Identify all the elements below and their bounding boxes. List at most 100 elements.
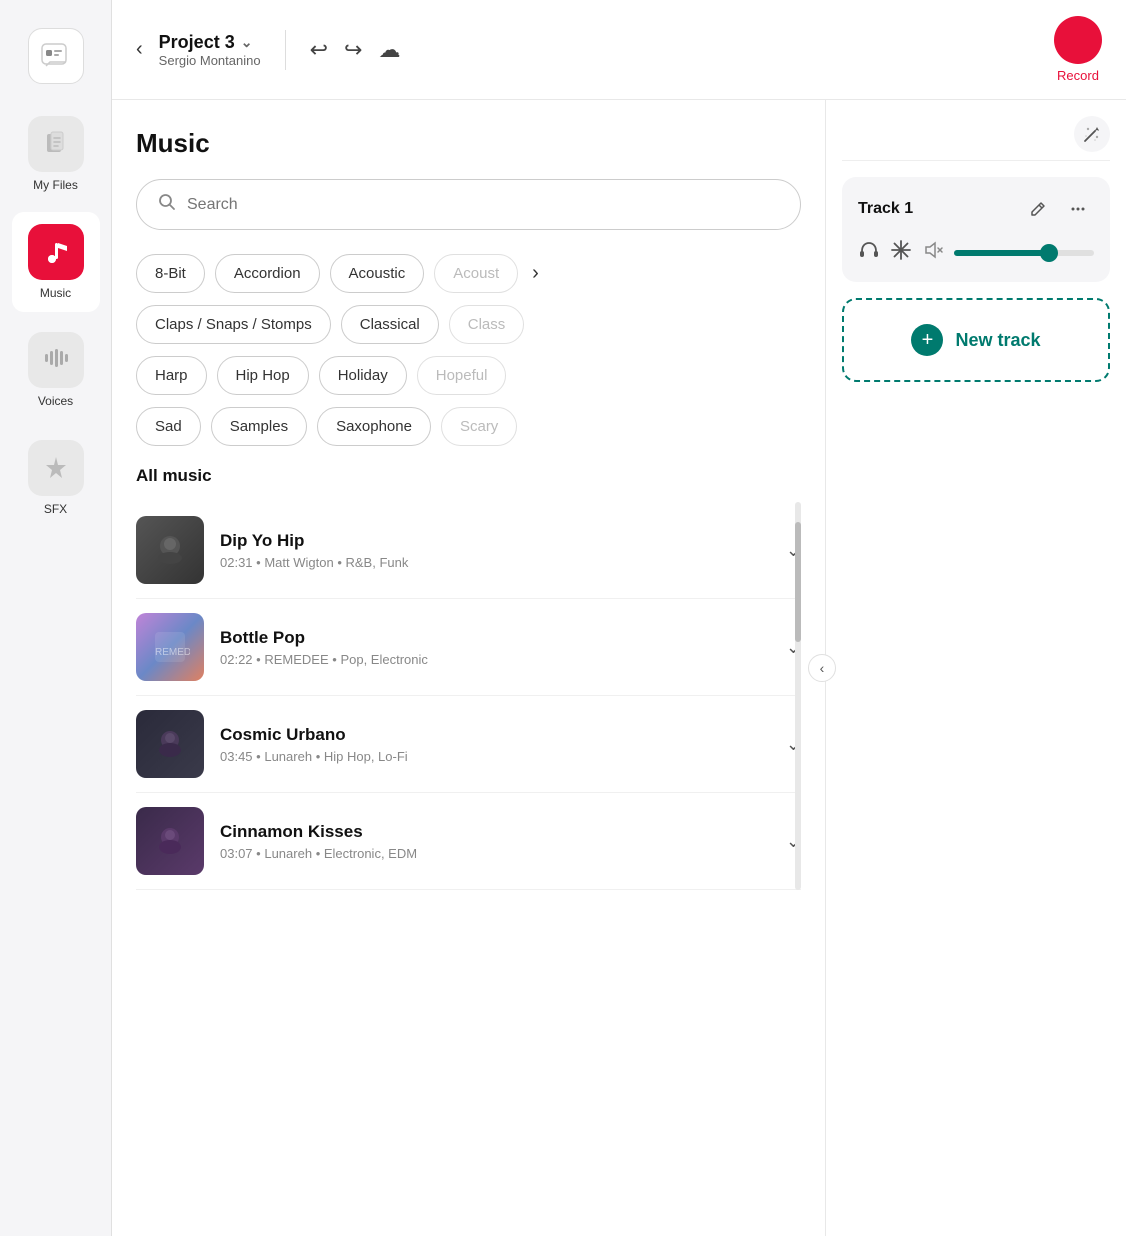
redo-icon[interactable]: ↪ [344, 37, 362, 63]
tag-accordion[interactable]: Accordion [215, 254, 320, 293]
sidebar: My Files Music Voices [0, 0, 112, 1236]
track-info-bottle-pop: Bottle Pop 02:22 • REMEDEE • Pop, Electr… [220, 628, 770, 667]
tag-classical[interactable]: Classical [341, 305, 439, 344]
tag-samples[interactable]: Samples [211, 407, 307, 446]
music-panel: Music 8-Bit Accordion Acoustic Acoust › [112, 100, 826, 1236]
body-split: Music 8-Bit Accordion Acoustic Acoust › [112, 100, 1126, 1236]
track-name-cinnamon-kisses: Cinnamon Kisses [220, 822, 770, 842]
magic-wand-button[interactable] [1074, 116, 1110, 152]
headphones-icon[interactable] [858, 239, 880, 266]
collapse-panel-button[interactable]: ‹ [808, 654, 836, 682]
page-title: Music [136, 128, 801, 159]
tag-8bit[interactable]: 8-Bit [136, 254, 205, 293]
chevron-down-icon[interactable]: ⌄ [241, 34, 253, 51]
sidebar-item-voices[interactable]: Voices [12, 320, 100, 420]
track-info-cosmic-urbano: Cosmic Urbano 03:45 • Lunareh • Hip Hop,… [220, 725, 770, 764]
track-meta-cinnamon-kisses: 03:07 • Lunareh • Electronic, EDM [220, 846, 770, 861]
tag-hopeful[interactable]: Hopeful [417, 356, 507, 395]
track-name-cosmic-urbano: Cosmic Urbano [220, 725, 770, 745]
track-1-card: Track 1 [842, 177, 1110, 282]
track-card-icons [1022, 193, 1094, 225]
tag-hiphop[interactable]: Hip Hop [217, 356, 309, 395]
main-content: ‹ Project 3 ⌄ Sergio Montanino ↩ ↪ ☁ Rec… [112, 0, 1126, 1236]
voices-icon [28, 332, 84, 388]
track-thumb-cinnamon-kisses [136, 807, 204, 875]
track-1-name: Track 1 [858, 200, 1022, 218]
record-label: Record [1057, 68, 1099, 83]
sidebar-music-label: Music [40, 286, 71, 300]
volume-mute-icon[interactable] [922, 239, 944, 266]
record-button[interactable]: Record [1054, 16, 1102, 83]
track-item-cosmic-urbano[interactable]: Cosmic Urbano 03:45 • Lunareh • Hip Hop,… [136, 696, 801, 793]
more-options-icon[interactable] [1062, 193, 1094, 225]
sidebar-myfiles-label: My Files [33, 178, 78, 192]
sidebar-sfx-label: SFX [44, 502, 67, 516]
all-music-section-title: All music [136, 466, 801, 486]
right-top-bar [842, 116, 1110, 161]
new-track-label: New track [955, 330, 1040, 351]
tag-class2[interactable]: Class [449, 305, 525, 344]
snowflake-icon[interactable] [890, 239, 912, 266]
tags-row-1: 8-Bit Accordion Acoustic Acoust › [136, 254, 801, 293]
volume-knob[interactable] [1040, 244, 1058, 262]
project-info: Project 3 ⌄ Sergio Montanino [159, 32, 261, 68]
sidebar-item-myfiles[interactable]: My Files [12, 104, 100, 204]
tags-row-3: Harp Hip Hop Holiday Hopeful [136, 356, 801, 395]
undo-icon[interactable]: ↩ [310, 37, 328, 63]
tags-chevron-right[interactable]: › [532, 262, 539, 285]
tag-claps[interactable]: Claps / Snaps / Stomps [136, 305, 331, 344]
sidebar-item-sfx[interactable]: SFX [12, 428, 100, 528]
sfx-icon [28, 440, 84, 496]
svg-text:REMEDEE: REMEDEE [155, 647, 190, 658]
tag-harp[interactable]: Harp [136, 356, 207, 395]
sidebar-item-music[interactable]: Music [12, 212, 100, 312]
track-controls [858, 239, 1094, 266]
scrollbar-thumb[interactable] [795, 522, 801, 642]
new-track-plus-icon: + [911, 324, 943, 356]
volume-fill [954, 250, 1052, 256]
volume-slider[interactable] [954, 250, 1094, 256]
logo-icon [28, 28, 84, 84]
track-info-dip-yo-hip: Dip Yo Hip 02:31 • Matt Wigton • R&B, Fu… [220, 531, 770, 570]
header-controls: ↩ ↪ ☁ [310, 37, 401, 63]
tag-scary[interactable]: Scary [441, 407, 517, 446]
edit-icon[interactable] [1022, 193, 1054, 225]
track-meta-dip-yo-hip: 02:31 • Matt Wigton • R&B, Funk [220, 555, 770, 570]
track-name-bottle-pop: Bottle Pop [220, 628, 770, 648]
back-button[interactable]: ‹ [136, 38, 143, 61]
tags-row-2: Claps / Snaps / Stomps Classical Class [136, 305, 801, 344]
track-name-dip-yo-hip: Dip Yo Hip [220, 531, 770, 551]
track-info-cinnamon-kisses: Cinnamon Kisses 03:07 • Lunareh • Electr… [220, 822, 770, 861]
new-track-button[interactable]: + New track [842, 298, 1110, 382]
search-box[interactable] [136, 179, 801, 230]
right-panel: Track 1 [826, 100, 1126, 398]
tag-acoustic[interactable]: Acoustic [330, 254, 425, 293]
track-thumb-dip-yo-hip [136, 516, 204, 584]
cloud-icon[interactable]: ☁ [378, 37, 400, 63]
record-circle [1054, 16, 1102, 64]
sidebar-voices-label: Voices [38, 394, 73, 408]
tag-saxophone[interactable]: Saxophone [317, 407, 431, 446]
search-icon [157, 192, 177, 217]
track-thumb-bottle-pop: REMEDEE [136, 613, 204, 681]
track-item-cinnamon-kisses[interactable]: Cinnamon Kisses 03:07 • Lunareh • Electr… [136, 793, 801, 890]
track-list-wrapper: Dip Yo Hip 02:31 • Matt Wigton • R&B, Fu… [136, 502, 801, 890]
sidebar-item-logo[interactable] [12, 16, 100, 96]
track-item-bottle-pop[interactable]: REMEDEE Bottle Pop 02:22 • REMEDEE • Pop… [136, 599, 801, 696]
track-meta-cosmic-urbano: 03:45 • Lunareh • Hip Hop, Lo-Fi [220, 749, 770, 764]
scrollbar-track [795, 502, 801, 890]
track-meta-bottle-pop: 02:22 • REMEDEE • Pop, Electronic [220, 652, 770, 667]
tag-acoustic2[interactable]: Acoust [434, 254, 518, 293]
tag-holiday[interactable]: Holiday [319, 356, 407, 395]
search-input[interactable] [187, 196, 780, 214]
tags-row-4: Sad Samples Saxophone Scary [136, 407, 801, 446]
track-item-dip-yo-hip[interactable]: Dip Yo Hip 02:31 • Matt Wigton • R&B, Fu… [136, 502, 801, 599]
myfiles-icon [28, 116, 84, 172]
right-panel-wrapper: ‹ [826, 100, 1126, 1236]
track-thumb-cosmic-urbano [136, 710, 204, 778]
project-owner: Sergio Montanino [159, 53, 261, 68]
music-icon [28, 224, 84, 280]
tag-sad[interactable]: Sad [136, 407, 201, 446]
header-divider [285, 30, 286, 70]
project-name: Project 3 ⌄ [159, 32, 261, 53]
